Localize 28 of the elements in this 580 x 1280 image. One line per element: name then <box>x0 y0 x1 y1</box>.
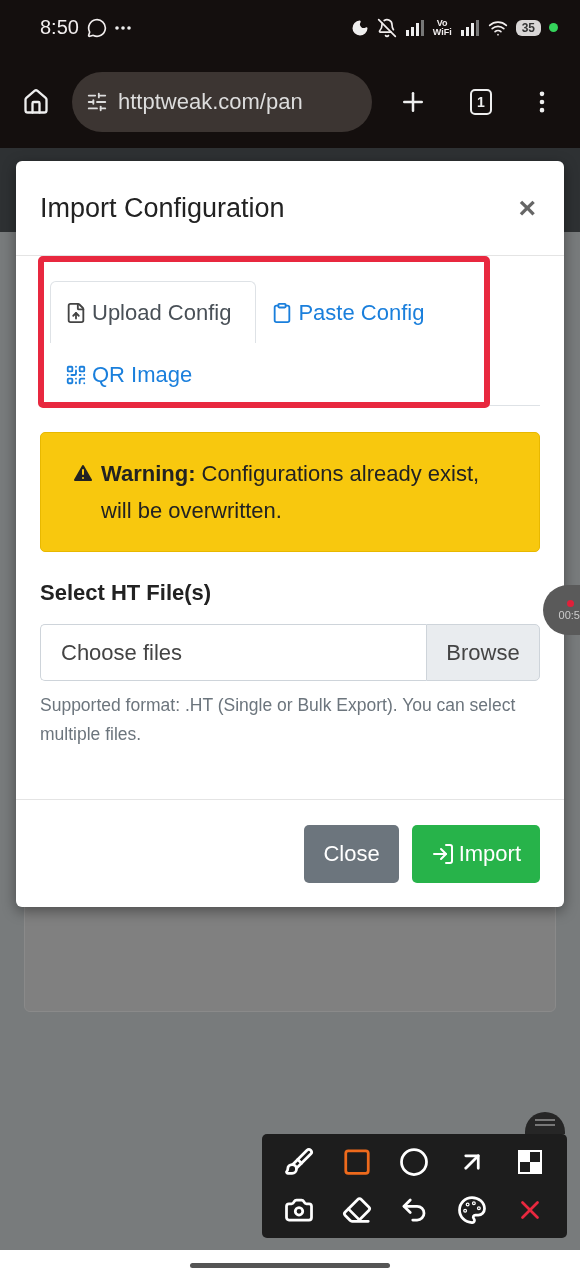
field-label: Select HT File(s) <box>40 580 213 606</box>
tab-count-button[interactable]: 1 <box>470 88 492 115</box>
file-upload-icon <box>65 301 87 324</box>
status-dot <box>549 23 558 32</box>
vowifi-label: Vo WiFi <box>432 18 452 37</box>
file-input[interactable]: Choose files <box>40 624 426 681</box>
site-settings-icon[interactable] <box>86 90 108 113</box>
home-icon[interactable] <box>22 87 50 116</box>
qr-code-icon <box>65 363 87 386</box>
home-indicator[interactable] <box>190 1262 390 1268</box>
clock-time: 8:50 <box>40 16 79 39</box>
close-button[interactable]: × <box>514 191 540 225</box>
dialog-title: Import Configuration <box>40 192 285 224</box>
warning-text: Warning: Configurations already exist, will be overwritten. <box>101 460 481 525</box>
toolbar-handle[interactable] <box>525 1112 565 1134</box>
address-bar[interactable]: httptweak.com/pan <box>72 71 372 132</box>
signal-icon <box>404 18 425 37</box>
close-dialog-button[interactable]: Close <box>304 825 399 883</box>
help-text: Supported format: .HT (Single or Bulk Export). You can select multiple files. <box>40 694 517 746</box>
muted-bell-icon <box>376 17 397 38</box>
battery-level: 35 <box>515 19 541 36</box>
browse-button[interactable]: Browse <box>426 624 540 681</box>
moon-icon <box>350 18 369 37</box>
chat-bubble-icon <box>86 17 107 38</box>
import-icon <box>430 842 455 866</box>
signal-icon <box>459 18 480 37</box>
tab[interactable]: Upload Config <box>50 281 257 343</box>
more-notifications-icon <box>114 25 131 30</box>
